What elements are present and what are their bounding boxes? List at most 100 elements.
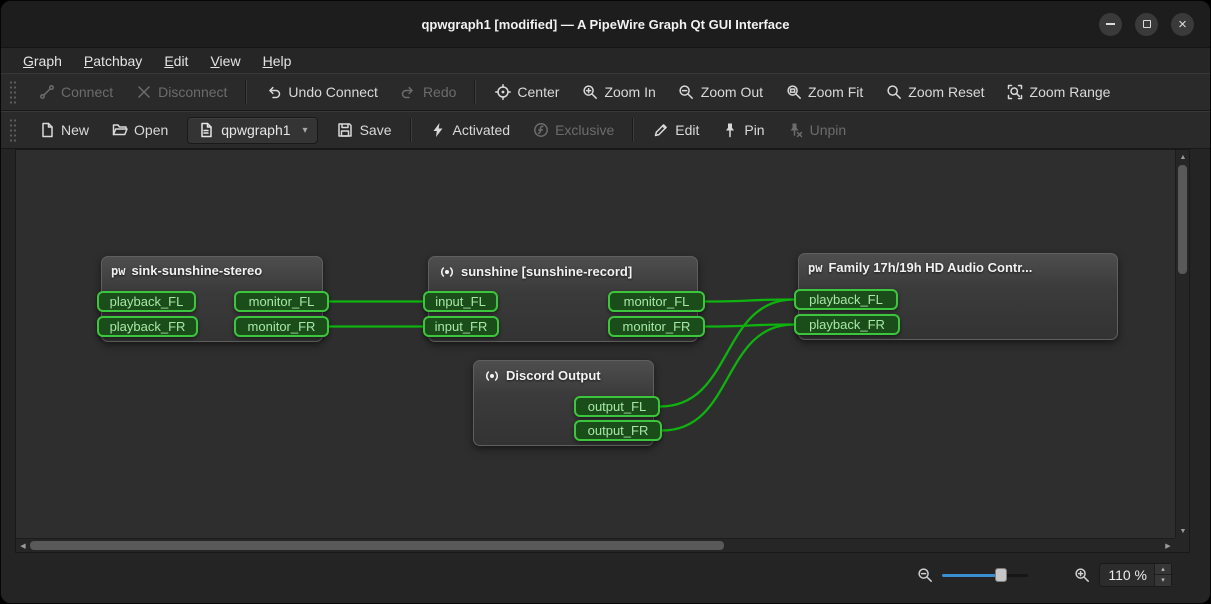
center-button[interactable]: Center [485,79,568,106]
toolbar-button-label: Zoom Out [701,84,763,100]
port-discord-output-output_FL[interactable]: output_FL [574,396,660,417]
port-sunshine-monitor_FL[interactable]: monitor_FL [608,291,705,312]
scroll-right-arrow[interactable]: ▶ [1161,539,1175,553]
maximize-button[interactable] [1135,13,1158,36]
menu-view[interactable]: View [200,51,250,71]
port-family-hd-audio-playback_FR[interactable]: playback_FR [794,314,900,335]
port-family-hd-audio-playback_FL[interactable]: playback_FL [794,289,898,310]
port-sink-sunshine-stereo-playback_FR[interactable]: playback_FR [97,316,198,337]
exclusive-button[interactable]: Exclusive [523,117,623,144]
exclusive-icon [532,122,549,139]
close-button[interactable]: × [1171,13,1194,36]
port-sink-sunshine-stereo-playback_FL[interactable]: playback_FL [97,291,196,312]
node-title-text: Family 17h/19h HD Audio Contr... [828,260,1032,275]
menu-edit[interactable]: Edit [154,51,198,71]
undo-connect-button[interactable]: Undo Connect [256,79,387,106]
node-title: pw Family 17h/19h HD Audio Contr... [799,254,1117,281]
toolbar-button-label: Exclusive [555,122,614,138]
menu-graph[interactable]: Graph [13,51,72,71]
toolbar-separator [632,118,634,142]
zoom-spin-down-button[interactable]: ▾ [1155,575,1171,586]
toolbar-button-label: Connect [61,84,113,100]
toolbar-button-label: Center [517,84,559,100]
toolbar-button-label: Undo Connect [288,84,378,100]
new-button[interactable]: New [29,117,98,144]
zoom-spin-arrows: ▴ ▾ [1154,564,1171,586]
scroll-down-arrow[interactable]: ▼ [1176,524,1190,538]
zoom-spinbox[interactable]: 110 % ▴ ▾ [1099,563,1172,587]
scroll-up-arrow[interactable]: ▲ [1176,150,1190,164]
pin-button[interactable]: Pin [712,117,773,144]
open-folder-icon [111,122,128,139]
zoom-slider-handle[interactable] [995,568,1007,582]
zoom-value: 110 % [1108,567,1154,583]
menu-patchbay[interactable]: Patchbay [74,51,152,71]
disconnect-icon [135,84,152,101]
toolbar-separator [474,80,476,104]
toolbar-button-label: New [61,122,89,138]
connection-sunshine-monitor_FR-family-hd-audio-playback_FR [705,325,794,327]
connect-icon [38,84,55,101]
patchbay-combo[interactable]: qpwgraph1▾ [187,117,317,144]
toolbar-button-label: Edit [675,122,699,138]
open-button[interactable]: Open [102,117,177,144]
status-bar: 110 % ▴ ▾ [1,553,1210,603]
port-sunshine-input_FR[interactable]: input_FR [423,316,499,337]
unpin-button[interactable]: Unpin [778,117,856,144]
activated-button[interactable]: Activated [421,117,520,144]
port-sink-sunshine-stereo-monitor_FL[interactable]: monitor_FL [234,291,329,312]
zoom-out-button[interactable]: Zoom Out [669,79,772,106]
center-icon [494,84,511,101]
zoom-in-icon[interactable] [1073,567,1090,584]
port-sink-sunshine-stereo-monitor_FR[interactable]: monitor_FR [234,316,329,337]
zoom-controls: 110 % ▴ ▾ [916,563,1172,587]
horizontal-scroll-thumb[interactable] [30,541,724,550]
toolbar-button-label: Zoom Fit [808,84,863,100]
connect-button[interactable]: Connect [29,79,122,106]
vertical-scroll-thumb[interactable] [1178,165,1187,274]
zoom-fit-icon [785,84,802,101]
connections-layer [16,150,1175,538]
scrollbar-corner [1175,538,1189,552]
vertical-scrollbar[interactable]: ▲ ▼ [1175,150,1189,538]
zoom-in-button[interactable]: Zoom In [572,79,664,106]
redo-button[interactable]: Redo [391,79,465,106]
minimize-button[interactable] [1099,13,1122,36]
zoom-spin-up-button[interactable]: ▴ [1155,564,1171,575]
unpin-icon [787,122,804,139]
port-sunshine-monitor_FR[interactable]: monitor_FR [608,316,705,337]
menu-help[interactable]: Help [253,51,302,71]
patchbay-toolbar: New Open qpwgraph1▾ Save Activated Exclusive E… [1,111,1210,149]
new-file-icon [38,122,55,139]
toolbar-button-label: Save [360,122,392,138]
port-sunshine-input_FL[interactable]: input_FL [423,291,498,312]
disconnect-button[interactable]: Disconnect [126,79,236,106]
horizontal-scrollbar[interactable]: ◀ ▶ [16,538,1175,552]
edit-button[interactable]: Edit [643,117,708,144]
undo-icon [265,84,282,101]
toolbar-button-label: Redo [423,84,456,100]
graph-toolbar: Connect Disconnect Undo Connect Redo Center Z… [1,73,1210,111]
node-title-text: Discord Output [506,368,601,383]
zoom-slider[interactable] [942,567,1028,583]
minimize-icon [1106,23,1115,25]
toolbar-drag-handle[interactable] [9,118,17,142]
zoom-range-button[interactable]: Zoom Range [998,79,1120,106]
zoom-reset-button[interactable]: Zoom Reset [876,79,993,106]
pipewire-icon: pw [808,261,822,275]
speaker-icon [483,367,500,384]
maximize-icon [1143,20,1151,28]
title-bar[interactable]: qpwgraph1 [modified] — A PipeWire Graph … [1,1,1210,48]
patchbay-combo-value: qpwgraph1 [221,122,290,138]
close-icon: × [1178,17,1187,32]
scroll-left-arrow[interactable]: ◀ [16,539,30,553]
zoom-fit-button[interactable]: Zoom Fit [776,79,872,106]
toolbar-button-label: Open [134,122,168,138]
save-button[interactable]: Save [328,117,401,144]
port-discord-output-output_FR[interactable]: output_FR [574,420,662,441]
window-title: qpwgraph1 [modified] — A PipeWire Graph … [421,17,789,32]
toolbar-button-label: Zoom Reset [908,84,984,100]
graph-canvas[interactable]: pwsink-sunshine-stereoplayback_FLplaybac… [16,150,1175,538]
zoom-out-icon[interactable] [916,567,933,584]
toolbar-drag-handle[interactable] [9,80,17,104]
